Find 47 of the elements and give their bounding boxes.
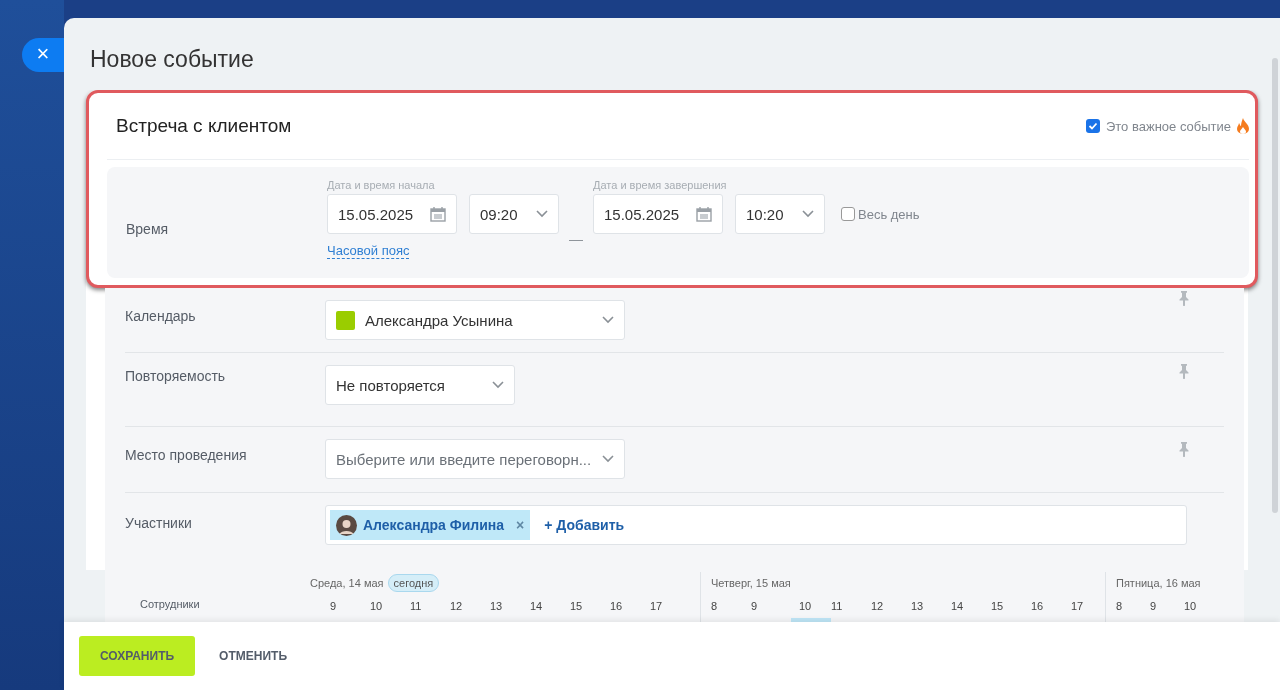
checkmark-icon bbox=[1087, 121, 1098, 131]
start-time-select[interactable]: 09:20 bbox=[469, 194, 559, 234]
field-caption: Дата и время начала bbox=[327, 179, 436, 193]
all-day-label: Весь день bbox=[858, 206, 920, 222]
field-label: Участники bbox=[125, 514, 193, 533]
location-select[interactable]: Выберите или введите переговорн... bbox=[325, 439, 625, 479]
close-button[interactable]: × bbox=[22, 38, 64, 72]
field-label: Повторяемость bbox=[125, 367, 227, 386]
important-label: Это важное событие bbox=[1105, 118, 1231, 134]
range-dash: — bbox=[569, 231, 583, 249]
add-participant-link[interactable]: + Добавить bbox=[538, 516, 631, 534]
cancel-button[interactable]: ОТМЕНИТЬ bbox=[213, 648, 294, 664]
scrollbar[interactable] bbox=[1272, 58, 1278, 513]
planner-label: Сотрудники bbox=[139, 597, 201, 612]
end-date-field[interactable]: 15.05.2025 bbox=[593, 194, 723, 234]
avatar-icon bbox=[336, 514, 357, 536]
day-title: Четверг, 15 мая bbox=[711, 577, 791, 589]
chevron-down-icon bbox=[602, 316, 614, 324]
pin-icon[interactable] bbox=[1179, 441, 1189, 457]
chevron-down-icon bbox=[802, 210, 814, 218]
chevron-down-icon bbox=[536, 210, 548, 218]
chevron-down-icon bbox=[602, 455, 614, 463]
end-time-select[interactable]: 10:20 bbox=[735, 194, 825, 234]
field-label: Время bbox=[125, 220, 170, 239]
chevron-down-icon bbox=[492, 381, 504, 389]
participant-chip[interactable]: Александра Филина × bbox=[330, 510, 531, 540]
day-title: Пятница, 16 мая bbox=[1116, 577, 1201, 589]
today-badge: сегодня bbox=[387, 574, 440, 592]
calendar-select[interactable]: Александра Усынина bbox=[325, 300, 625, 340]
important-checkbox[interactable] bbox=[1085, 119, 1100, 133]
all-day-checkbox[interactable] bbox=[841, 207, 855, 221]
event-name: Встреча с клиентом bbox=[115, 115, 292, 137]
start-date-field[interactable]: 15.05.2025 bbox=[327, 194, 457, 234]
repeat-select[interactable]: Не повторяется bbox=[325, 365, 515, 405]
pin-icon[interactable] bbox=[1179, 290, 1189, 306]
participants-field[interactable]: Александра Филина × + Добавить bbox=[325, 505, 1187, 545]
calendar-icon bbox=[696, 206, 712, 222]
field-caption: Дата и время завершения bbox=[593, 179, 728, 193]
day-title: Среда, 14 мая bbox=[310, 577, 384, 589]
dialog-title: Новое событие bbox=[89, 45, 255, 74]
calendar-icon bbox=[430, 206, 446, 222]
timezone-link[interactable]: Часовой пояс bbox=[327, 243, 410, 259]
field-label: Календарь bbox=[125, 307, 197, 326]
save-button[interactable]: СОХРАНИТЬ bbox=[79, 636, 196, 676]
field-label: Место проведения bbox=[125, 446, 248, 465]
flame-icon bbox=[1237, 118, 1249, 134]
pin-icon[interactable] bbox=[1179, 363, 1189, 379]
